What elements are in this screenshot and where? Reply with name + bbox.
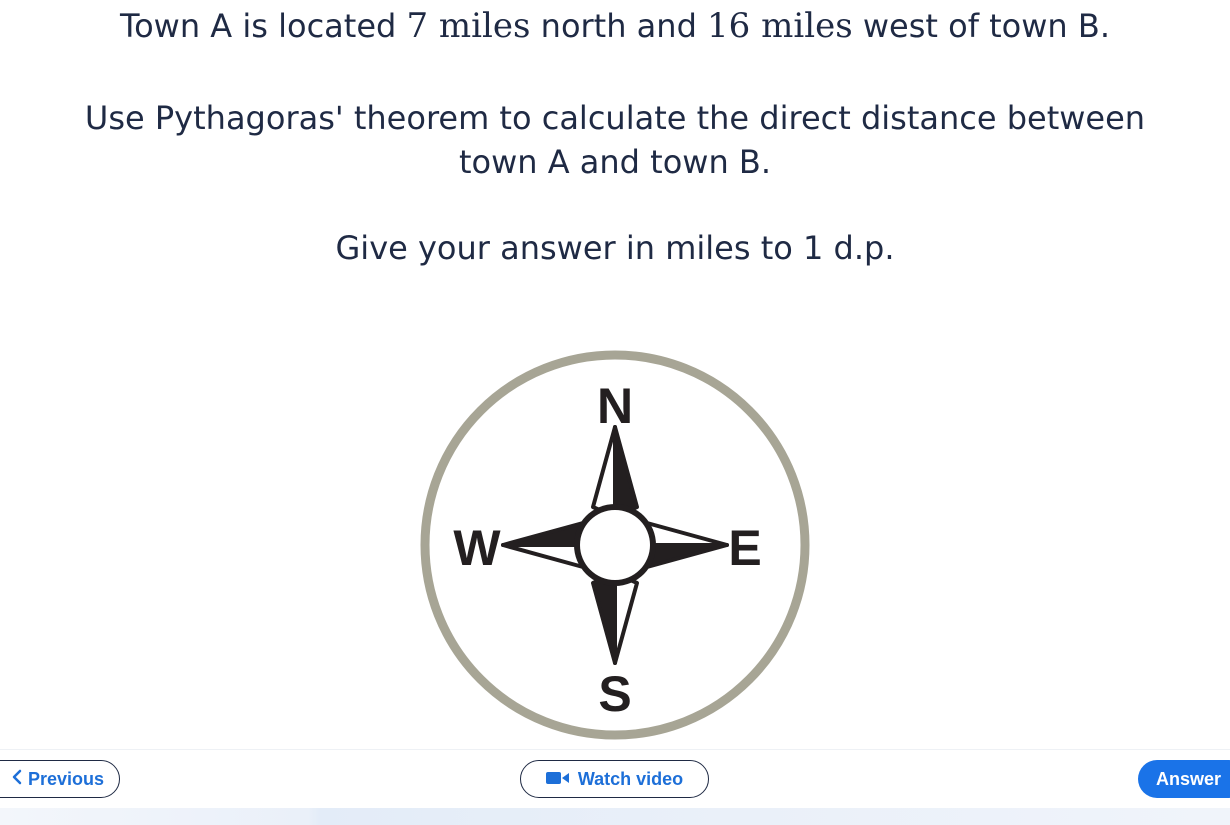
compass-west-label: W	[453, 520, 501, 576]
question-line-2: Use Pythagoras' theorem to calculate the…	[0, 96, 1230, 184]
line1-text-end: west of town B.	[852, 7, 1110, 45]
compass-diagram: N E S W	[420, 350, 810, 740]
compass-east-label: E	[728, 520, 761, 576]
line2b-text: town A and town B.	[458, 143, 772, 181]
line3-text: Give your answer in miles to 1 d.p.	[335, 229, 895, 267]
north-distance: 7 miles	[406, 6, 531, 46]
answer-label: Answer	[1156, 768, 1222, 789]
footer-divider	[0, 749, 1230, 750]
line2-text: Use Pythagoras' theorem to calculate the…	[84, 99, 1146, 137]
chevron-left-icon	[12, 769, 22, 790]
line1-text-start: Town A is located	[119, 7, 407, 45]
question-line-1: Town A is located 7 miles north and 16 m…	[0, 4, 1230, 48]
line1-text-mid: north and	[530, 7, 708, 45]
watch-video-label: Watch video	[577, 768, 684, 789]
watch-video-button[interactable]: Watch video	[520, 760, 709, 798]
compass-south-label: S	[598, 666, 631, 722]
west-distance: 16 miles	[707, 6, 853, 46]
bottom-band	[0, 808, 1230, 825]
question-line-3: Give your answer in miles to 1 d.p.	[0, 226, 1230, 270]
previous-label: Previous	[27, 768, 105, 789]
previous-button[interactable]: Previous	[0, 760, 120, 798]
compass-north-label: N	[597, 378, 633, 434]
video-camera-icon	[545, 769, 570, 790]
answer-button[interactable]: Answer	[1138, 760, 1230, 798]
